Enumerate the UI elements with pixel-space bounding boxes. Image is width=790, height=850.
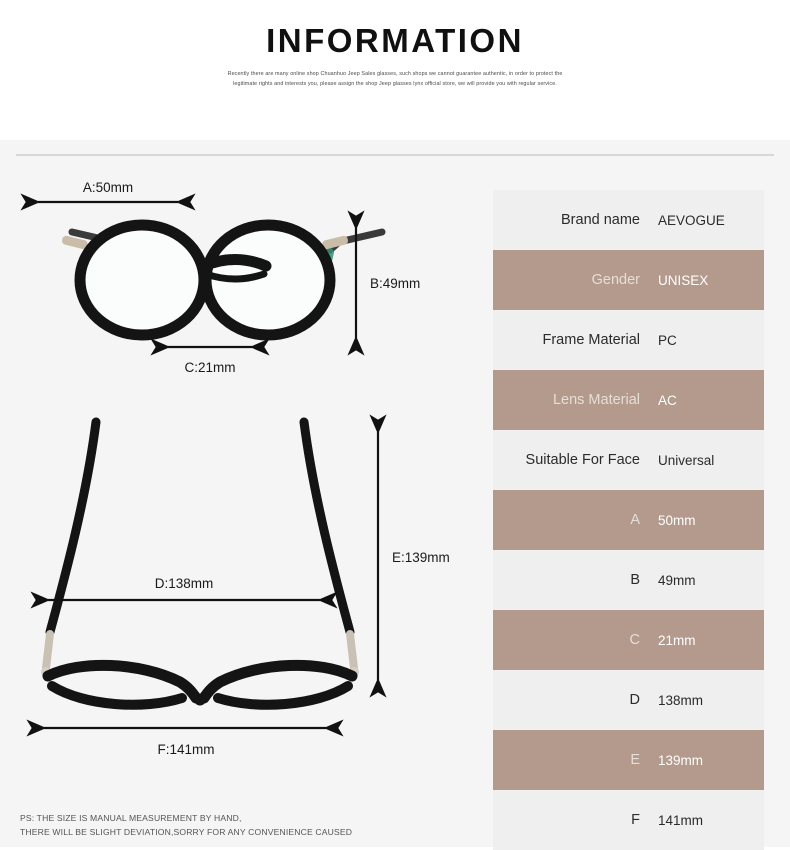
page-header: INFORMATION Recently there are many onli… — [0, 0, 790, 140]
table-row: D 138mm — [493, 670, 764, 730]
spec-value: 141mm — [658, 812, 704, 828]
spec-label: Suitable For Face — [525, 452, 640, 468]
page-title: INFORMATION — [266, 22, 524, 59]
spec-label: E — [630, 752, 640, 768]
spec-label: C — [629, 632, 640, 648]
dimension-label-b: B:49mm — [370, 276, 420, 291]
glasses-top-view-diagram: D:138mm E:139mm F:141mm — [20, 410, 480, 770]
spec-label: Brand name — [561, 212, 640, 228]
spec-value: PC — [658, 332, 677, 348]
intro-paragraph: Recently there are many online shop Chua… — [227, 71, 563, 87]
spec-label: F — [631, 812, 640, 828]
disclaimer-line-1: PS: THE SIZE IS MANUAL MEASUREMENT BY HA… — [20, 813, 242, 823]
spec-value: Universal — [658, 452, 715, 468]
spec-value: 49mm — [658, 572, 696, 588]
table-row: Frame Material PC — [493, 310, 764, 370]
table-row: Gender UNISEX — [493, 250, 764, 310]
spec-label: B — [630, 572, 640, 588]
spec-value: AC — [658, 392, 677, 408]
spec-value: 139mm — [658, 752, 704, 768]
table-row: F 141mm — [493, 790, 764, 850]
glasses-front-view-diagram: A:50mm B:49mm C:21mm — [20, 180, 480, 390]
dimension-label-c: C:21mm — [184, 360, 235, 375]
measurement-disclaimer: PS: THE SIZE IS MANUAL MEASUREMENT BY HA… — [20, 812, 460, 839]
specification-table: Brand name AEVOGUE Gender UNISEX Frame M… — [493, 190, 764, 850]
table-row: E 139mm — [493, 730, 764, 790]
spec-value: AEVOGUE — [658, 212, 725, 228]
spec-value: 21mm — [658, 632, 696, 648]
table-row: Suitable For Face Universal — [493, 430, 764, 490]
table-row: Brand name AEVOGUE — [493, 190, 764, 250]
table-row: C 21mm — [493, 610, 764, 670]
dimension-label-d: D:138mm — [155, 576, 214, 591]
dimension-label-a: A:50mm — [83, 180, 133, 195]
diagram-column: A:50mm B:49mm C:21mm D:138mm E:139mm F:1… — [0, 170, 490, 810]
table-row: B 49mm — [493, 550, 764, 610]
disclaimer-line-2: THERE WILL BE SLIGHT DEVIATION,SORRY FOR… — [20, 826, 353, 837]
spec-label: D — [629, 692, 640, 708]
spec-label: Lens Material — [552, 392, 640, 408]
spec-value: 50mm — [658, 512, 696, 528]
dimension-label-f: F:141mm — [157, 742, 214, 757]
table-row: Lens Material AC — [493, 370, 764, 430]
table-row: A 50mm — [493, 490, 764, 550]
spec-label: A — [630, 512, 640, 528]
spec-value: 138mm — [658, 692, 704, 708]
dimension-label-e: E:139mm — [392, 550, 450, 565]
spec-value: UNISEX — [658, 272, 709, 288]
spec-label: Gender — [591, 272, 640, 288]
spec-label: Frame Material — [542, 332, 641, 348]
header-divider — [16, 154, 774, 156]
